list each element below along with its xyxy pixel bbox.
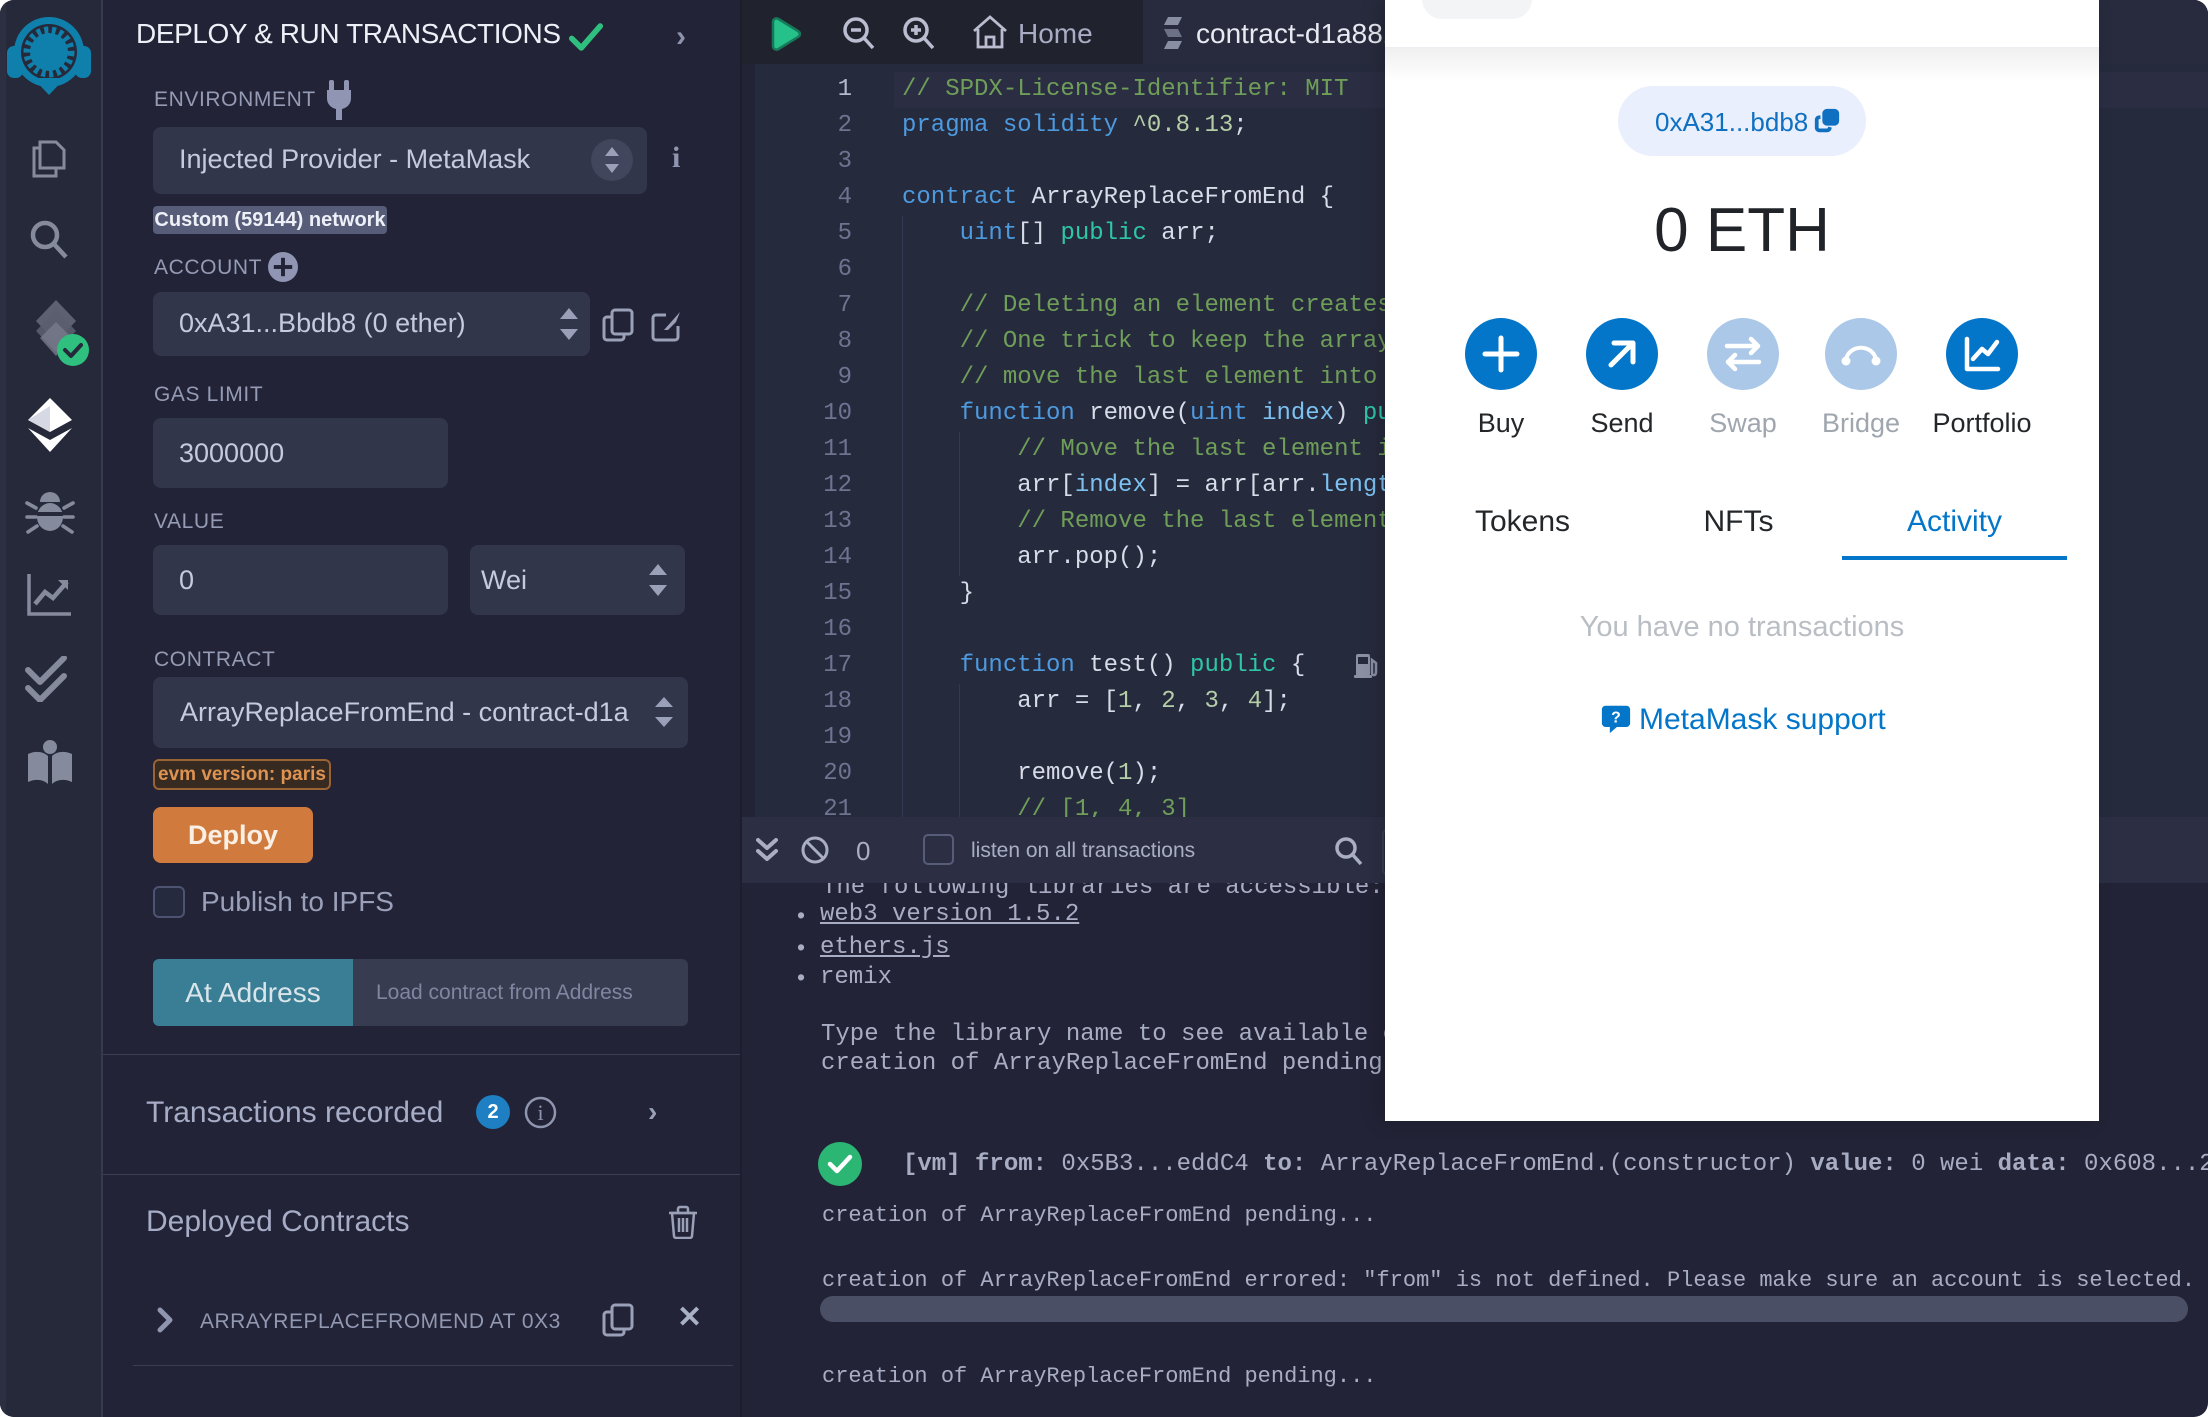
svg-text:?: ?: [1611, 710, 1621, 727]
svg-text:i: i: [537, 1100, 543, 1125]
